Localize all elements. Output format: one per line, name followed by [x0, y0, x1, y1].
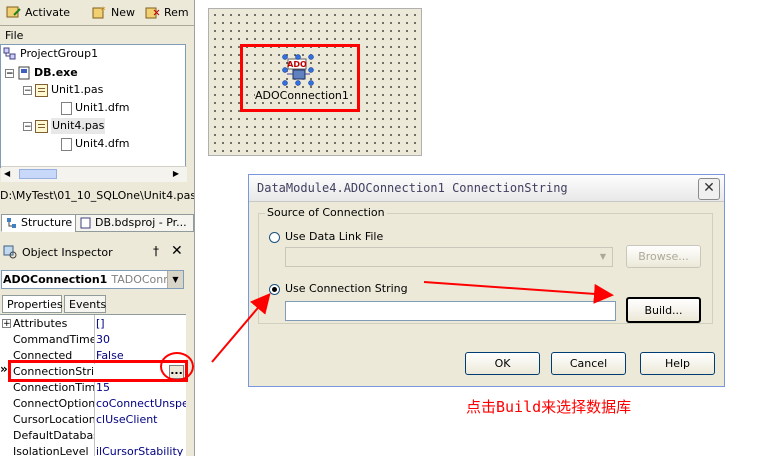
annotation-arrows — [211, 281, 614, 363]
arrow-to-radio — [211, 292, 271, 363]
arrow-to-build — [423, 281, 614, 304]
annotation-caption: 点击Build来选择数据库 — [466, 398, 632, 416]
